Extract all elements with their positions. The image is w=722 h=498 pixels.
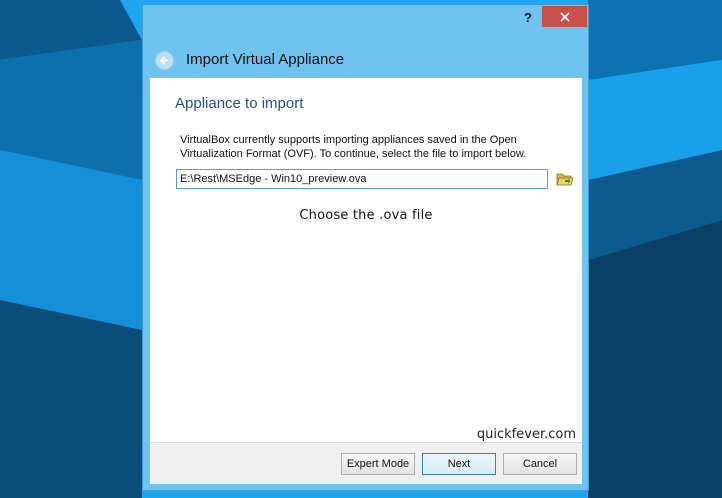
file-path-input[interactable] — [176, 169, 548, 189]
cancel-button[interactable]: Cancel — [503, 453, 577, 475]
help-button[interactable]: ? — [517, 7, 539, 27]
page-description: VirtualBox currently supports importing … — [180, 134, 527, 160]
expert-mode-button[interactable]: Expert Mode — [341, 453, 415, 475]
hint-text: Choose the .ova file — [299, 208, 433, 223]
wizard-page: Appliance to import VirtualBox currently… — [150, 78, 582, 442]
title-bar[interactable]: ? — [143, 5, 588, 31]
page-heading: Appliance to import — [175, 95, 304, 112]
help-icon: ? — [524, 9, 532, 25]
watermark-text: quickfever.com — [476, 427, 576, 442]
back-button[interactable] — [155, 51, 174, 70]
import-appliance-dialog: ? Import Virtual Appliance Appliance to … — [142, 4, 589, 491]
wizard-button-bar: Expert Mode Next Cancel — [150, 442, 582, 484]
wizard-title: Import Virtual Appliance — [186, 51, 345, 68]
close-icon — [559, 11, 570, 22]
wizard-header: Import Virtual Appliance — [143, 43, 588, 77]
back-arrow-icon — [159, 56, 168, 65]
open-folder-icon — [556, 173, 574, 186]
close-button[interactable] — [542, 6, 587, 27]
open-file-button[interactable] — [556, 171, 574, 187]
next-button[interactable]: Next — [422, 453, 496, 475]
